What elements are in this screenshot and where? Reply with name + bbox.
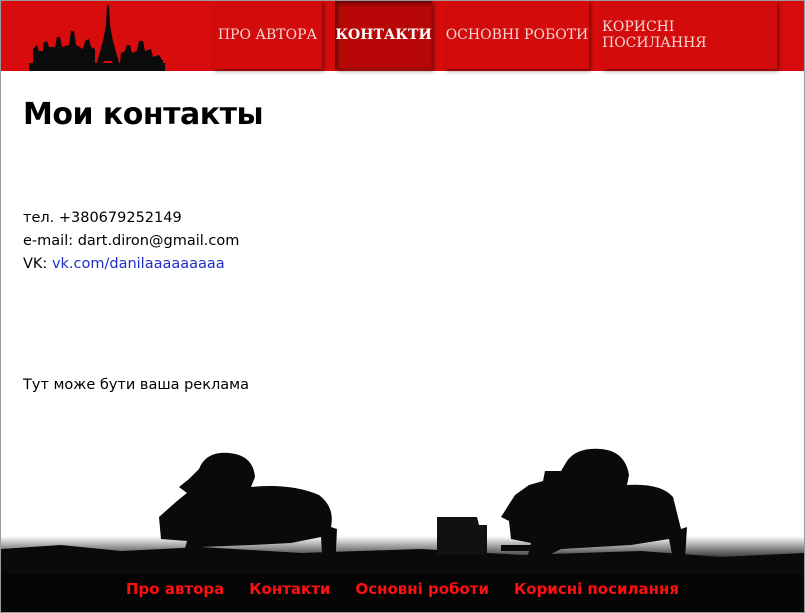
paris-skyline-logo xyxy=(29,5,165,71)
page-frame: ПРО АВТОРА КОНТАКТИ ОСНОВНІ РОБОТИ КОРИС… xyxy=(0,0,805,613)
footer-link-useful-links[interactable]: Корисні посилання xyxy=(514,580,679,598)
nav-item-contacts[interactable]: КОНТАКТИ xyxy=(335,1,432,69)
footer-nav: Про автора Контакти Основні роботи Корис… xyxy=(1,580,804,598)
silhouette-image xyxy=(1,421,804,581)
nav-item-label: ОСНОВНІ РОБОТИ xyxy=(445,27,589,43)
nav-item-main-works[interactable]: ОСНОВНІ РОБОТИ xyxy=(445,1,589,69)
vk-link[interactable]: vk.com/danilaaaaaaaaa xyxy=(52,256,225,272)
email-text: e-mail: dart.diron@gmail.com xyxy=(23,233,240,249)
page-title: Мои контакты xyxy=(23,97,264,132)
nav-item-useful-links[interactable]: КОРИСНІ ПОСИЛАННЯ xyxy=(602,1,777,69)
nav-item-label: ПРО АВТОРА xyxy=(217,27,318,43)
vk-line: VK: vk.com/danilaaaaaaaaa xyxy=(23,253,239,276)
footer-link-main-works[interactable]: Основні роботи xyxy=(355,580,489,598)
nav-item-about[interactable]: ПРО АВТОРА xyxy=(213,1,322,69)
nav-item-label: КОНТАКТИ xyxy=(335,27,432,43)
phone-text: тел. +380679252149 xyxy=(23,210,182,226)
top-nav: ПРО АВТОРА КОНТАКТИ ОСНОВНІ РОБОТИ КОРИС… xyxy=(213,1,777,71)
contacts-block: тел. +380679252149 e-mail: dart.diron@gm… xyxy=(23,207,239,276)
ad-text: Тут може бути ваша реклама xyxy=(23,377,249,393)
site-footer: Про автора Контакти Основні роботи Корис… xyxy=(1,574,804,612)
site-header: ПРО АВТОРА КОНТАКТИ ОСНОВНІ РОБОТИ КОРИС… xyxy=(1,1,804,71)
nav-item-label: КОРИСНІ ПОСИЛАННЯ xyxy=(602,19,707,51)
vk-prefix: VK: xyxy=(23,256,52,272)
footer-link-contacts[interactable]: Контакти xyxy=(249,580,330,598)
footer-link-about[interactable]: Про автора xyxy=(126,580,224,598)
